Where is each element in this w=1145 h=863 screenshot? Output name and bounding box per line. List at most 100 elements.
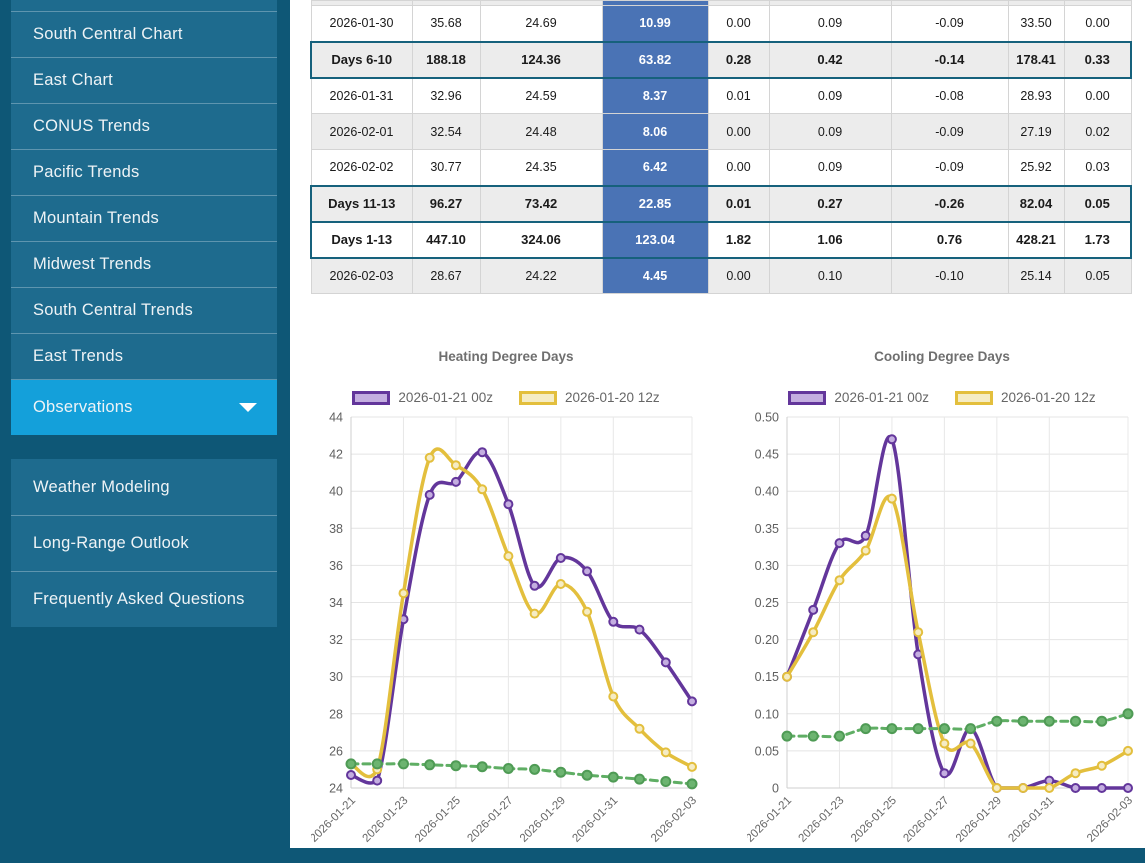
row-label-cell: 2026-02-02 — [311, 150, 412, 186]
sidebar-item-south-central-chart[interactable]: South Central Chart — [11, 11, 277, 57]
y-tick-label: 40 — [329, 485, 343, 499]
row-label-cell: 2026-02-03 — [311, 258, 412, 294]
value-cell: 0.01 — [708, 78, 769, 114]
hdd-chart-title: Heating Degree Days — [311, 349, 701, 368]
x-tick-label: 2026-02-03 — [1085, 795, 1135, 845]
sidebar-item-long-range-outlook[interactable]: Long-Range Outlook — [11, 515, 277, 571]
legend-label: 2026-01-21 00z — [398, 390, 493, 405]
y-tick-label: 36 — [329, 559, 343, 573]
value-cell: 0.27 — [769, 186, 891, 222]
value-cell: 28.93 — [1008, 78, 1064, 114]
value-cell: 1.06 — [769, 222, 891, 258]
sidebar-gap — [11, 435, 277, 459]
legend-swatch — [352, 391, 390, 405]
row-label-cell: 2026-01-30 — [311, 6, 412, 42]
value-cell: 124.36 — [480, 42, 602, 78]
x-tick-label: 2026-01-29 — [518, 795, 568, 845]
value-cell: 63.82 — [602, 42, 708, 78]
content-row: South Central Chart East ChartCONUS Trend… — [0, 0, 1145, 848]
value-cell: 0.02 — [1064, 114, 1131, 150]
x-tick-label: 2026-01-31 — [570, 795, 620, 845]
sidebar-item-weather-modeling[interactable]: Weather Modeling — [11, 459, 277, 515]
sidebar-item-south-central-trends[interactable]: South Central Trends — [11, 287, 277, 333]
value-cell: 0.09 — [769, 150, 891, 186]
value-cell: 0.00 — [1064, 6, 1131, 42]
x-tick-label: 2026-01-21 — [747, 795, 794, 845]
value-cell: 24.35 — [480, 150, 602, 186]
cdd-plot-mount: 0.500.450.400.350.300.250.200.150.100.05… — [747, 409, 1137, 848]
sidebar-item-midwest-trends[interactable]: Midwest Trends — [11, 241, 277, 287]
sidebar-item-conus-trends[interactable]: CONUS Trends — [11, 103, 277, 149]
value-cell: 33.50 — [1008, 6, 1064, 42]
value-cell: 0.09 — [769, 78, 891, 114]
value-cell: -0.26 — [891, 186, 1008, 222]
x-tick-label: 2026-01-27 — [901, 795, 951, 845]
value-cell: 0.28 — [708, 42, 769, 78]
sidebar-item-label: Long-Range Outlook — [33, 534, 189, 553]
value-cell: -0.09 — [891, 114, 1008, 150]
charts-row: Heating Degree Days 2026-01-21 00z2026-0… — [310, 349, 1145, 848]
value-cell: 324.06 — [480, 222, 602, 258]
value-cell: 10.99 — [602, 6, 708, 42]
cooling-degree-days-plot: 0.500.450.400.350.300.250.200.150.100.05… — [747, 409, 1137, 848]
value-cell: 188.18 — [412, 42, 480, 78]
y-tick-label: 0 — [772, 782, 779, 796]
legend-item-2026-01-20-12z[interactable]: 2026-01-20 12z — [519, 390, 660, 405]
sidebar-item-label: South Central Trends — [33, 301, 193, 320]
sidebar-item-observations[interactable]: Observations — [11, 379, 277, 435]
y-tick-label: 44 — [329, 411, 343, 425]
x-tick-label: 2026-01-25 — [413, 795, 463, 845]
value-cell: 30.77 — [412, 150, 480, 186]
summary-row: Days 11-1396.2773.4222.850.010.27-0.2682… — [311, 186, 1131, 222]
legend-label: 2026-01-20 12z — [565, 390, 660, 405]
row-label-cell: 2026-02-01 — [311, 114, 412, 150]
y-tick-label: 32 — [329, 633, 343, 647]
cdd-chart: Cooling Degree Days 2026-01-21 00z2026-0… — [747, 349, 1137, 848]
value-cell: 25.92 — [1008, 150, 1064, 186]
value-cell: 178.41 — [1008, 42, 1064, 78]
sidebar-item-mountain-trends[interactable]: Mountain Trends — [11, 195, 277, 241]
x-tick-label: 2026-01-25 — [849, 795, 899, 845]
legend-item-2026-01-21-00z[interactable]: 2026-01-21 00z — [352, 390, 493, 405]
legend-swatch — [519, 391, 557, 405]
value-cell: -0.10 — [891, 258, 1008, 294]
cdd-chart-legend: 2026-01-21 00z 2026-01-20 12z — [747, 388, 1137, 407]
sidebar-item-east-trends[interactable]: East Trends — [11, 333, 277, 379]
value-cell: 6.42 — [602, 150, 708, 186]
value-cell: 32.96 — [412, 78, 480, 114]
series-2026-01-20-12z — [783, 495, 1132, 792]
legend-swatch — [955, 391, 993, 405]
value-cell: 0.00 — [708, 258, 769, 294]
x-tick-label: 2026-01-23 — [796, 795, 846, 845]
sidebar-item-label: Observations — [33, 398, 133, 417]
chevron-down-icon — [239, 403, 257, 412]
legend-swatch — [788, 391, 826, 405]
value-cell: 0.05 — [1064, 258, 1131, 294]
legend-item-2026-01-21-00z[interactable]: 2026-01-21 00z — [788, 390, 929, 405]
value-cell: 428.21 — [1008, 222, 1064, 258]
sidebar-item-label: East Trends — [33, 347, 123, 366]
y-tick-label: 0.20 — [755, 633, 779, 647]
legend-item-2026-01-20-12z[interactable]: 2026-01-20 12z — [955, 390, 1096, 405]
value-cell: 0.00 — [708, 6, 769, 42]
sidebar-item-frequently-asked-questions[interactable]: Frequently Asked Questions — [11, 571, 277, 627]
sidebar-item-label: South Central Chart — [33, 25, 183, 44]
table-row: 2026-02-0230.7724.356.420.000.09-0.0925.… — [311, 150, 1131, 186]
sidebar: South Central Chart East ChartCONUS Trend… — [0, 0, 290, 848]
series-2026-01-20-12z — [347, 449, 696, 777]
y-tick-label: 0.25 — [755, 596, 779, 610]
value-cell: 0.10 — [769, 258, 891, 294]
sidebar-item-label: Pacific Trends — [33, 163, 139, 182]
value-cell: 32.54 — [412, 114, 480, 150]
y-tick-label: 28 — [329, 707, 343, 721]
value-cell: 28.67 — [412, 258, 480, 294]
value-cell: 0.09 — [769, 6, 891, 42]
value-cell: 96.27 — [412, 186, 480, 222]
value-cell: 0.42 — [769, 42, 891, 78]
sidebar-item-east-chart[interactable]: East Chart — [11, 57, 277, 103]
sidebar-item-pacific-trends[interactable]: Pacific Trends — [11, 149, 277, 195]
value-cell: 24.48 — [480, 114, 602, 150]
y-tick-label: 42 — [329, 448, 343, 462]
sidebar-item-partial — [11, 0, 277, 11]
value-cell: 24.59 — [480, 78, 602, 114]
